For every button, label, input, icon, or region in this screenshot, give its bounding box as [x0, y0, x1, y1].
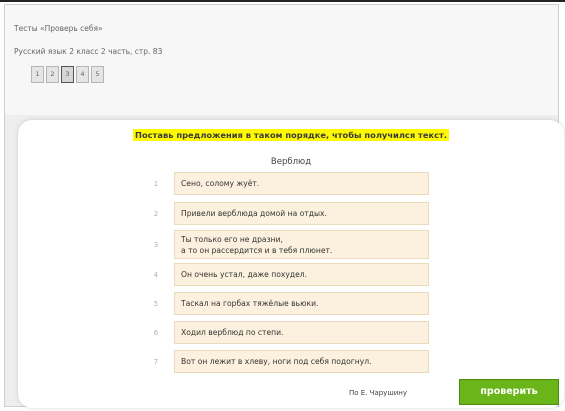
sentence-number: 2 [153, 210, 159, 218]
sentence-text: Вот он лежит в хлеву, ноги под себя подо… [181, 357, 372, 366]
sentence-number: 4 [153, 271, 159, 279]
instruction-text: Поставь предложения в таком порядке, что… [133, 129, 449, 141]
check-button[interactable]: проверить [459, 379, 559, 405]
sentence-number: 7 [153, 358, 159, 366]
sentence-item[interactable]: Вот он лежит в хлеву, ноги под себя подо… [174, 350, 429, 373]
page-button-3[interactable]: 3 [61, 66, 74, 83]
page-button-4[interactable]: 4 [76, 66, 89, 83]
task-instruction: Поставь предложения в таком порядке, что… [18, 129, 564, 141]
page-button-2[interactable]: 2 [46, 66, 59, 83]
test-window: Тесты «Проверь себя» Русский язык 2 клас… [4, 4, 564, 408]
sentence-line: а то он рассердится и в тебя плюнет. [181, 245, 333, 255]
sentence-number: 5 [153, 300, 159, 308]
sentence-number: 3 [153, 241, 159, 249]
sentence-text: Он очень устал, даже похудел. [181, 270, 308, 279]
story-title: Верблюд [270, 157, 312, 167]
sentence-item[interactable]: Привели верблюда домой на отдых. [174, 202, 429, 225]
sentence-item[interactable]: Ходил верблюд по степи. [174, 321, 429, 344]
sentence-text: Сено, солому жуёт. [181, 179, 260, 188]
sentence-line: Ты только его не дразни, [181, 234, 283, 244]
question-pager: 1 2 3 4 5 [31, 66, 106, 83]
task-card: Поставь предложения в таком порядке, что… [18, 120, 564, 408]
top-border-line [0, 0, 565, 2]
sentence-item[interactable]: Таскал на горбах тяжёлые вьюки. [174, 292, 429, 315]
sentence-item[interactable]: Он очень устал, даже похудел. [174, 263, 429, 286]
page-button-1[interactable]: 1 [31, 66, 44, 83]
sentence-number: 6 [153, 329, 159, 337]
test-header: Тесты «Проверь себя» Русский язык 2 клас… [5, 5, 558, 115]
sentence-text: Ходил верблюд по степи. [181, 328, 284, 337]
sentence-text: Привели верблюда домой на отдых. [181, 209, 327, 218]
sentence-text: Ты только его не дразни, а то он рассерд… [181, 234, 332, 256]
author-credit: По Е. Чарушину [349, 389, 407, 397]
test-subtitle: Русский язык 2 класс 2 часть, стр. 83 [14, 47, 163, 56]
sentence-number: 1 [153, 180, 159, 188]
test-title: Тесты «Проверь себя» [14, 24, 103, 33]
sentence-item[interactable]: Ты только его не дразни, а то он рассерд… [174, 230, 429, 259]
sentence-text: Таскал на горбах тяжёлые вьюки. [181, 299, 319, 308]
page-button-5[interactable]: 5 [91, 66, 104, 83]
sentence-item[interactable]: Сено, солому жуёт. [174, 172, 429, 195]
